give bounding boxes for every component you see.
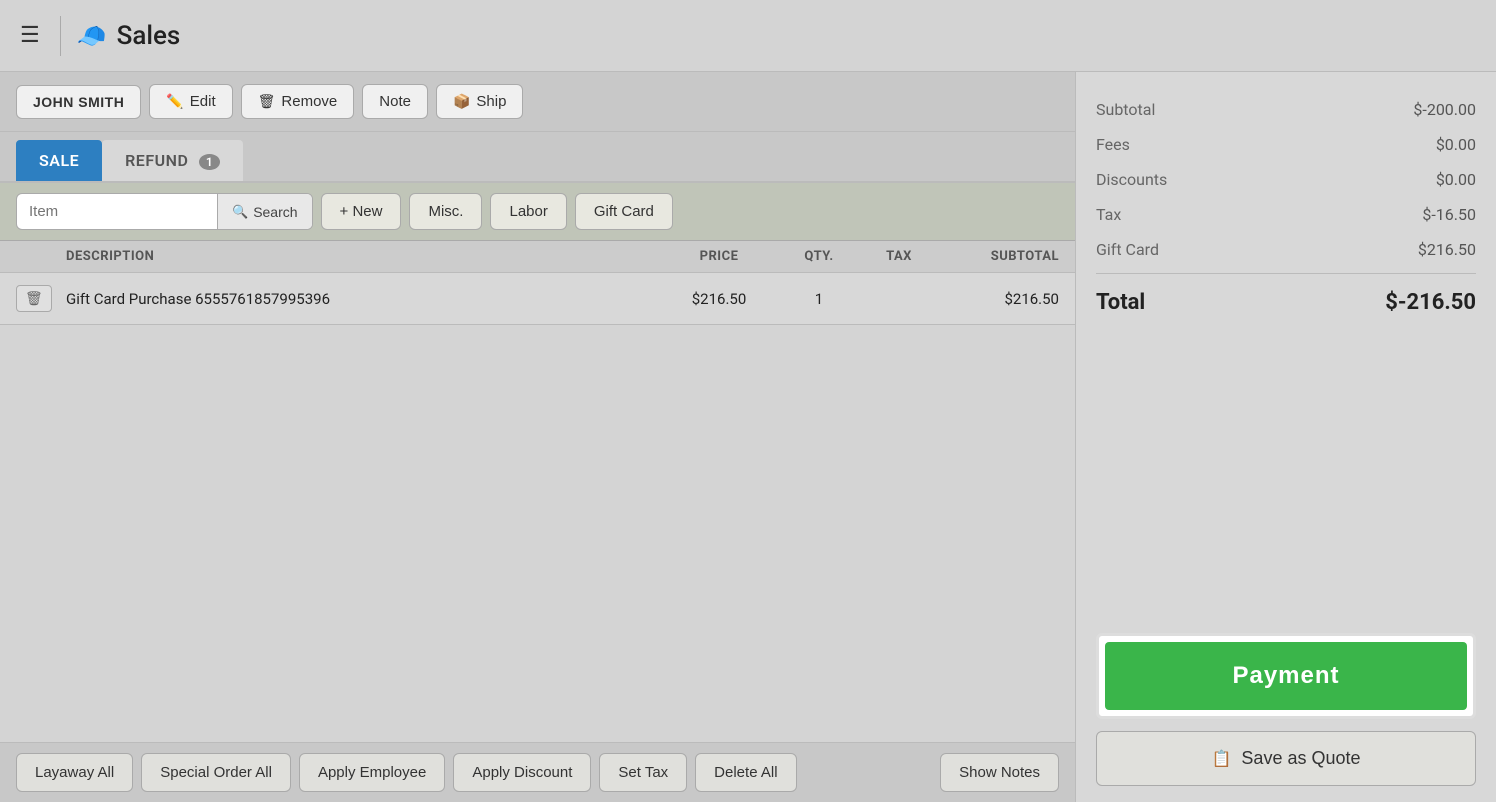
search-icon (232, 203, 248, 220)
remove-label: Remove (281, 93, 337, 110)
search-input[interactable] (17, 194, 217, 229)
show-notes-button[interactable]: Show Notes (940, 753, 1059, 792)
save-as-quote-button[interactable]: Save as Quote (1096, 731, 1476, 786)
tax-label: Tax (1096, 205, 1121, 224)
search-container: Search (16, 193, 313, 230)
delete-row-button[interactable]: 🗑 (16, 285, 52, 312)
tax-value: $-16.50 (1422, 205, 1476, 224)
delete-all-button[interactable]: Delete All (695, 753, 796, 792)
discounts-label: Discounts (1096, 170, 1167, 189)
table-area: DESCRIPTION PRICE QTY. TAX SUBTOTAL 🗑 Gi… (0, 241, 1075, 742)
summary-tax-row: Tax $-16.50 (1096, 197, 1476, 232)
summary-section: Subtotal $-200.00 Fees $0.00 Discounts $… (1096, 92, 1476, 623)
gift-card-button[interactable]: Gift Card (575, 193, 673, 230)
layaway-all-button[interactable]: Layaway All (16, 753, 133, 792)
edit-button[interactable]: Edit (149, 84, 232, 119)
ship-button[interactable]: Ship (436, 84, 523, 119)
col-delete-header (16, 249, 66, 264)
tab-refund[interactable]: REFUND 1 (102, 140, 243, 181)
spacer (805, 753, 933, 792)
ship-label: Ship (476, 93, 506, 110)
col-qty-header: QTY. (779, 249, 859, 264)
customer-bar: JOHN SMITH Edit Remove Note Ship (0, 72, 1075, 132)
summary-discounts-row: Discounts $0.00 (1096, 162, 1476, 197)
right-panel: Subtotal $-200.00 Fees $0.00 Discounts $… (1076, 72, 1496, 802)
new-button[interactable]: + New (321, 193, 402, 230)
row-qty: 1 (779, 290, 859, 308)
subtotal-value: $-200.00 (1413, 100, 1476, 119)
summary-total-row: Total $-216.50 (1096, 280, 1476, 325)
summary-subtotal-row: Subtotal $-200.00 (1096, 92, 1476, 127)
save-quote-label: Save as Quote (1241, 748, 1360, 769)
total-label: Total (1096, 290, 1145, 315)
discounts-value: $0.00 (1436, 170, 1476, 189)
hamburger-icon[interactable]: ☰ (20, 23, 40, 48)
total-value: $-216.50 (1385, 290, 1476, 315)
special-order-all-button[interactable]: Special Order All (141, 753, 291, 792)
remove-button[interactable]: Remove (241, 84, 355, 119)
left-panel: JOHN SMITH Edit Remove Note Ship SALE RE… (0, 72, 1076, 802)
main-layout: JOHN SMITH Edit Remove Note Ship SALE RE… (0, 72, 1496, 802)
labor-button[interactable]: Labor (490, 193, 566, 230)
header: ☰ 🧢 Sales (0, 0, 1496, 72)
action-buttons: + New Misc. Labor Gift Card (321, 193, 673, 230)
search-button[interactable]: Search (217, 194, 312, 229)
col-subtotal-header: SUBTOTAL (939, 249, 1059, 264)
search-action-bar: Search + New Misc. Labor Gift Card (0, 183, 1075, 241)
fees-label: Fees (1096, 135, 1130, 154)
summary-fees-row: Fees $0.00 (1096, 127, 1476, 162)
col-tax-header: TAX (859, 249, 939, 264)
customer-name-button[interactable]: JOHN SMITH (16, 85, 141, 119)
row-price: $216.50 (659, 290, 779, 308)
header-divider (60, 16, 61, 56)
ship-icon (453, 93, 470, 110)
summary-gift-card-row: Gift Card $216.50 (1096, 232, 1476, 267)
misc-button[interactable]: Misc. (409, 193, 482, 230)
note-button[interactable]: Note (362, 84, 428, 119)
col-description-header: DESCRIPTION (66, 249, 659, 264)
summary-divider (1096, 273, 1476, 274)
row-subtotal: $216.50 (939, 290, 1059, 308)
payment-section: Payment Save as Quote (1096, 633, 1476, 786)
table-row: 🗑 Gift Card Purchase 6555761857995396 $2… (0, 273, 1075, 325)
set-tax-button[interactable]: Set Tax (599, 753, 687, 792)
pencil-icon (166, 93, 183, 110)
page-title: Sales (117, 21, 181, 51)
quote-icon (1212, 748, 1232, 769)
header-title-area: 🧢 Sales (77, 21, 181, 51)
tab-sale[interactable]: SALE (16, 140, 102, 181)
gift-card-value: $216.50 (1418, 240, 1476, 259)
edit-label: Edit (190, 93, 216, 110)
apply-employee-button[interactable]: Apply Employee (299, 753, 445, 792)
refund-badge: 1 (199, 154, 220, 170)
refund-tab-label: REFUND (125, 151, 188, 170)
bottom-buttons: Layaway All Special Order All Apply Empl… (0, 742, 1075, 802)
row-delete-cell: 🗑 (16, 285, 66, 312)
col-price-header: PRICE (659, 249, 779, 264)
subtotal-label: Subtotal (1096, 100, 1155, 119)
search-label: Search (253, 204, 297, 220)
sales-icon: 🧢 (77, 22, 107, 50)
trash-icon (258, 93, 276, 110)
gift-card-label: Gift Card (1096, 240, 1159, 259)
payment-button[interactable]: Payment (1105, 642, 1467, 710)
fees-value: $0.00 (1436, 135, 1476, 154)
payment-wrapper: Payment (1096, 633, 1476, 719)
table-header: DESCRIPTION PRICE QTY. TAX SUBTOTAL (0, 241, 1075, 273)
tabs-area: SALE REFUND 1 (0, 132, 1075, 183)
apply-discount-button[interactable]: Apply Discount (453, 753, 591, 792)
row-description: Gift Card Purchase 6555761857995396 (66, 290, 659, 308)
